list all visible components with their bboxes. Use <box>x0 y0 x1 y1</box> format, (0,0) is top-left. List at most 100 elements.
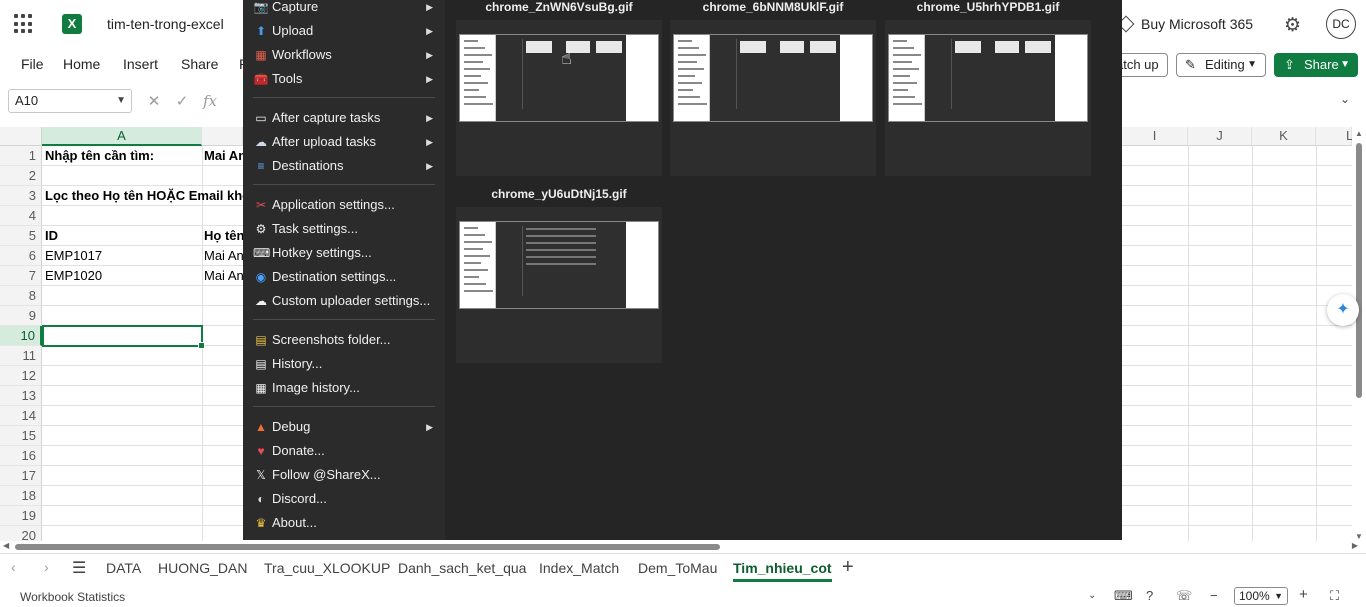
row-header-11[interactable]: 11 <box>0 346 42 366</box>
column-header-i[interactable]: I <box>1122 127 1188 146</box>
formula-input[interactable]: ⌄ <box>1122 89 1358 113</box>
column-header-a[interactable]: A <box>42 127 202 146</box>
all-sheets-menu-icon[interactable]: ☰ <box>72 558 86 578</box>
sheet-tab-data[interactable]: DATA <box>106 560 141 576</box>
scroll-right-icon[interactable]: ▶ <box>1352 541 1358 550</box>
row-header-13[interactable]: 13 <box>0 386 42 406</box>
sharex-menu-item-task-settings[interactable]: ⚙ Task settings... <box>243 217 445 241</box>
buy-microsoft-365-link[interactable]: Buy Microsoft 365 <box>1117 15 1253 33</box>
sharex-menu-item-hotkey-settings[interactable]: ⌨ Hotkey settings... <box>243 241 445 265</box>
gallery-thumbnail[interactable]: chrome_6bNNM8UklF.gif <box>670 0 876 176</box>
row-header-3[interactable]: 3 <box>0 186 42 206</box>
zoom-out-icon[interactable]: − <box>1210 588 1218 603</box>
row-header-14[interactable]: 14 <box>0 406 42 426</box>
gallery-thumbnail[interactable]: chrome_ZnWN6VsuBg.gif <box>456 0 662 176</box>
sharex-menu-item-custom-uploader-settings[interactable]: ☁ Custom uploader settings... <box>243 289 445 313</box>
editing-mode-button[interactable]: ✎ Editing ▼ <box>1176 53 1266 77</box>
sharex-menu-item-about[interactable]: ♛ About... <box>243 511 445 535</box>
row-header-1[interactable]: 1 <box>0 146 42 166</box>
settings-gear-icon[interactable]: ⚙ <box>1284 14 1301 37</box>
row-header-8[interactable]: 8 <box>0 286 42 306</box>
sharex-menu-item-image-history[interactable]: ▦ Image history... <box>243 376 445 400</box>
horizontal-scrollbar[interactable]: ◀ ▶ <box>0 541 1366 553</box>
scroll-left-icon[interactable]: ◀ <box>3 541 9 550</box>
row-header-5[interactable]: 5 <box>0 226 42 246</box>
zoom-level-select[interactable]: 100% ▼ <box>1234 587 1288 605</box>
cell-b1[interactable]: Mai An <box>204 146 243 166</box>
select-all-corner[interactable] <box>0 127 42 146</box>
sheet-tab-tim-nhieu-cot[interactable]: Tim_nhieu_cot <box>733 560 832 582</box>
row-header-6[interactable]: 6 <box>0 246 42 266</box>
tab-file[interactable]: File <box>21 56 44 72</box>
column-header-l[interactable]: L <box>1316 127 1353 146</box>
row-header-4[interactable]: 4 <box>0 206 42 226</box>
sheet-tab-tra-cuu-xlookup[interactable]: Tra_cuu_XLOOKUP <box>264 560 390 576</box>
cell-b5[interactable]: Họ tên <box>204 226 243 246</box>
cell-a6[interactable]: EMP1017 <box>45 246 200 266</box>
sharex-menu-item-screenshots-folder[interactable]: ▤ Screenshots folder... <box>243 328 445 352</box>
account-avatar[interactable]: DC <box>1326 9 1356 39</box>
row-header-19[interactable]: 19 <box>0 506 42 526</box>
workbook-statistics-button[interactable]: Workbook Statistics <box>20 590 125 604</box>
tab-share[interactable]: Share <box>181 56 218 72</box>
cell-b6[interactable]: Mai An <box>204 246 243 266</box>
gallery-thumbnail[interactable]: chrome_U5hrhYPDB1.gif <box>885 0 1091 176</box>
sharex-menu-item-destinations[interactable]: ≡ Destinations ▶ <box>243 154 445 178</box>
cell-b7[interactable]: Mai An <box>204 266 243 286</box>
sharex-menu-item-history[interactable]: ▤ History... <box>243 352 445 376</box>
sharex-menu-item-upload[interactable]: ⬆ Upload ▶ <box>243 19 445 43</box>
sheet-tab-index-match[interactable]: Index_Match <box>539 560 619 576</box>
vertical-scrollbar[interactable]: ▲ ▼ <box>1352 127 1366 541</box>
sharex-menu-item-donate[interactable]: ♥ Donate... <box>243 439 445 463</box>
scroll-down-icon[interactable]: ▼ <box>1355 532 1363 541</box>
prev-sheet-icon[interactable]: ‹ <box>11 559 16 575</box>
sheet-tab-danh-sach-ket-qua[interactable]: Danh_sach_ket_qua <box>398 560 526 576</box>
app-launcher-icon[interactable] <box>14 14 34 34</box>
sharex-menu-item-application-settings[interactable]: ✂ Application settings... <box>243 193 445 217</box>
gallery-thumbnail[interactable]: chrome_yU6uDtNj15.gif <box>456 187 662 363</box>
row-header-15[interactable]: 15 <box>0 426 42 446</box>
sharex-menu-item-workflows[interactable]: ▦ Workflows ▶ <box>243 43 445 67</box>
sharex-menu-item-debug[interactable]: ▲ Debug ▶ <box>243 415 445 439</box>
next-sheet-icon[interactable]: › <box>44 559 49 575</box>
sharex-menu-item-tools[interactable]: 🧰 Tools ▶ <box>243 67 445 91</box>
sharex-menu-item-after-upload-tasks[interactable]: ☁ After upload tasks ▶ <box>243 130 445 154</box>
add-sheet-icon[interactable]: + <box>842 556 854 579</box>
scroll-up-icon[interactable]: ▲ <box>1355 129 1363 138</box>
column-header-j[interactable]: J <box>1188 127 1252 146</box>
cell-a3[interactable]: Lọc theo Họ tên HOẶC Email khớp <box>45 186 243 206</box>
row-header-9[interactable]: 9 <box>0 306 42 326</box>
keyboard-icon[interactable]: ⌨ <box>1114 588 1133 604</box>
active-cell-a10[interactable] <box>42 325 205 349</box>
help-icon[interactable]: ? <box>1146 588 1153 603</box>
sheet-tab-huong-dan[interactable]: HUONG_DAN <box>158 560 247 576</box>
zoom-in-icon[interactable]: + <box>1299 586 1308 603</box>
sheet-tab-dem-tomau[interactable]: Dem_ToMau <box>638 560 717 576</box>
row-header-2[interactable]: 2 <box>0 166 42 186</box>
vertical-scroll-thumb[interactable] <box>1356 143 1362 398</box>
row-header-12[interactable]: 12 <box>0 366 42 386</box>
sharex-menu-item-capture[interactable]: 📷 Capture ▶ <box>243 0 445 19</box>
cell-a5[interactable]: ID <box>45 226 200 246</box>
tab-insert[interactable]: Insert <box>123 56 158 72</box>
cell-a7[interactable]: EMP1020 <box>45 266 200 286</box>
row-header-17[interactable]: 17 <box>0 466 42 486</box>
sharex-menu-item-after-capture-tasks[interactable]: ▭ After capture tasks ▶ <box>243 106 445 130</box>
tab-home[interactable]: Home <box>63 56 100 72</box>
cell-a1[interactable]: Nhập tên cần tìm: <box>45 146 200 166</box>
fit-to-window-icon[interactable]: ⛶ <box>1330 588 1339 604</box>
copilot-sparkle-icon[interactable]: ✦ <box>1327 294 1359 326</box>
horizontal-scroll-thumb[interactable] <box>15 544 720 550</box>
sharex-menu-item-destination-settings[interactable]: ◉ Destination settings... <box>243 265 445 289</box>
row-header-16[interactable]: 16 <box>0 446 42 466</box>
check-icon[interactable]: ✓ <box>168 90 196 114</box>
share-button[interactable]: ⇪ Share ▼ <box>1274 53 1358 77</box>
document-title[interactable]: tim-ten-trong-excel <box>107 16 224 32</box>
fx-icon[interactable]: fx <box>196 89 224 113</box>
feedback-icon[interactable]: ☏ <box>1176 588 1192 604</box>
sharex-menu-item-discord[interactable]: ◐ Discord... <box>243 487 445 511</box>
row-header-10[interactable]: 10 <box>0 326 42 346</box>
column-header-k[interactable]: K <box>1252 127 1316 146</box>
name-box[interactable]: A10 ▼ <box>8 89 132 113</box>
sharex-menu-item-follow-sharex[interactable]: 𝕏 Follow @ShareX... <box>243 463 445 487</box>
